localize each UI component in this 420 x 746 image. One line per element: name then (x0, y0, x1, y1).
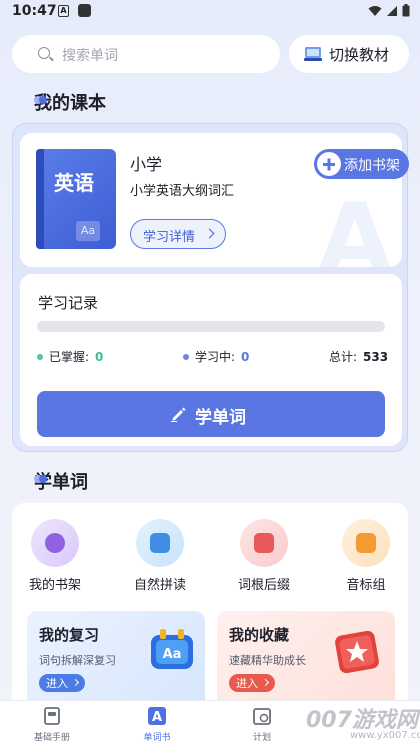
pencil-icon (171, 407, 186, 422)
system-icons (368, 4, 410, 17)
aa-card-badge: Aa (163, 647, 182, 662)
learning-stat: 学习中: 0 (183, 348, 249, 365)
tab-plan[interactable]: 计划 (232, 706, 292, 743)
mastered-count: 0 (95, 350, 104, 364)
book-icon (304, 47, 322, 61)
chevron-right-icon (71, 678, 80, 687)
total-label: 总计: (329, 350, 358, 364)
total-stat: 总计: 533 (329, 348, 388, 365)
status-time: 10:47 (12, 3, 57, 19)
study-detail-label: 学习详情 (143, 230, 196, 245)
aa-card-icon: Aa (151, 629, 193, 669)
feature-phonetic[interactable]: 音标组 (326, 519, 406, 593)
background-letter: A (317, 183, 392, 267)
search-input[interactable]: 搜索单词 (12, 35, 280, 73)
learning-count: 0 (241, 350, 250, 364)
study-detail-button[interactable]: 学习详情 (130, 219, 226, 249)
tab-wordbook[interactable]: A 单词书 (127, 706, 187, 743)
search-icon (38, 47, 50, 59)
add-to-shelf-button[interactable]: 添加书架 (314, 149, 409, 179)
book-cover-badge: Aa (76, 221, 100, 241)
svg-text:A: A (152, 710, 162, 725)
learning-label: 学习中: (195, 350, 236, 364)
wordbook-icon: A (147, 706, 167, 726)
study-record-title: 学习记录 (38, 294, 99, 312)
feature-label: 词根后缀 (237, 578, 290, 593)
book-spine (36, 149, 44, 249)
signal-icon (387, 5, 397, 16)
my-review-enter-button[interactable]: 进入 (39, 674, 85, 692)
course-name: 小学英语大纲词汇 (130, 184, 235, 199)
tab-label: 计划 (252, 733, 271, 743)
phonics-icon (136, 519, 184, 567)
section-dot-icon (34, 475, 48, 483)
course-level: 小学 (130, 155, 163, 174)
notification-square-icon (78, 4, 91, 17)
section-dot-icon (34, 96, 48, 104)
learn-words-panel: 我的书架 自然拼读 词根后缀 音标组 我的复习 词句拆解深复习 进入 Aa 我的… (12, 503, 408, 713)
book-cover-label: 英语 (54, 171, 94, 195)
notification-a-icon: A (58, 5, 69, 17)
my-favorites-enter-button[interactable]: 进入 (229, 674, 275, 692)
watermark-url: www.yx007.com (350, 730, 420, 741)
switch-textbook-label: 切换教材 (329, 46, 390, 64)
learn-words-button[interactable]: 学单词 (37, 391, 385, 437)
feature-label: 我的书架 (28, 578, 81, 593)
study-record-card: 学习记录 已掌握: 0 学习中: 0 总计: 533 学单词 (20, 274, 402, 446)
bookshelf-icon (31, 519, 79, 567)
enter-label: 进入 (236, 677, 258, 690)
my-review-subtitle: 词句拆解深复习 (39, 654, 116, 667)
battery-icon (402, 4, 410, 17)
star-book-icon (335, 630, 379, 674)
my-favorites-card[interactable]: 我的收藏 速藏精华助成长 进入 (217, 611, 395, 709)
feature-my-bookshelf[interactable]: 我的书架 (15, 519, 95, 593)
tab-label: 单词书 (143, 733, 171, 743)
phonetic-icon (342, 519, 390, 567)
mastered-dot-icon (37, 353, 43, 360)
search-placeholder: 搜索单词 (62, 48, 118, 64)
my-review-card[interactable]: 我的复习 词句拆解深复习 进入 Aa (27, 611, 205, 709)
plus-icon (317, 152, 341, 176)
learning-dot-icon (183, 353, 189, 360)
status-bar: 10:47 A (0, 0, 420, 24)
switch-textbook-button[interactable]: 切换教材 (289, 35, 409, 73)
section-title-learn-words: 学单词 (12, 468, 88, 494)
feature-phonics[interactable]: 自然拼读 (120, 519, 200, 593)
tab-handbook[interactable]: 基础手册 (22, 706, 82, 743)
wifi-icon (368, 5, 382, 16)
mastered-stat: 已掌握: 0 (37, 348, 103, 365)
study-progress-bar (37, 321, 385, 332)
book-cover: 英语 Aa (36, 149, 116, 249)
feature-word-root[interactable]: 词根后缀 (224, 519, 304, 593)
chevron-right-icon (204, 228, 215, 239)
add-to-shelf-label: 添加书架 (344, 158, 400, 174)
feature-label: 音标组 (346, 578, 386, 593)
tab-label: 基础手册 (33, 733, 70, 743)
my-favorites-title: 我的收藏 (229, 626, 290, 644)
my-review-title: 我的复习 (39, 626, 100, 644)
my-favorites-subtitle: 速藏精华助成长 (229, 654, 306, 667)
learn-words-label: 学单词 (195, 408, 246, 428)
feature-label: 自然拼读 (133, 578, 186, 593)
section-title-my-textbook: 我的课本 (12, 89, 106, 115)
chevron-right-icon (261, 678, 270, 687)
word-root-icon (240, 519, 288, 567)
handbook-icon (42, 706, 62, 726)
enter-label: 进入 (46, 677, 68, 690)
plan-icon (252, 706, 272, 726)
mastered-label: 已掌握: (49, 350, 90, 364)
total-count: 533 (363, 350, 389, 364)
